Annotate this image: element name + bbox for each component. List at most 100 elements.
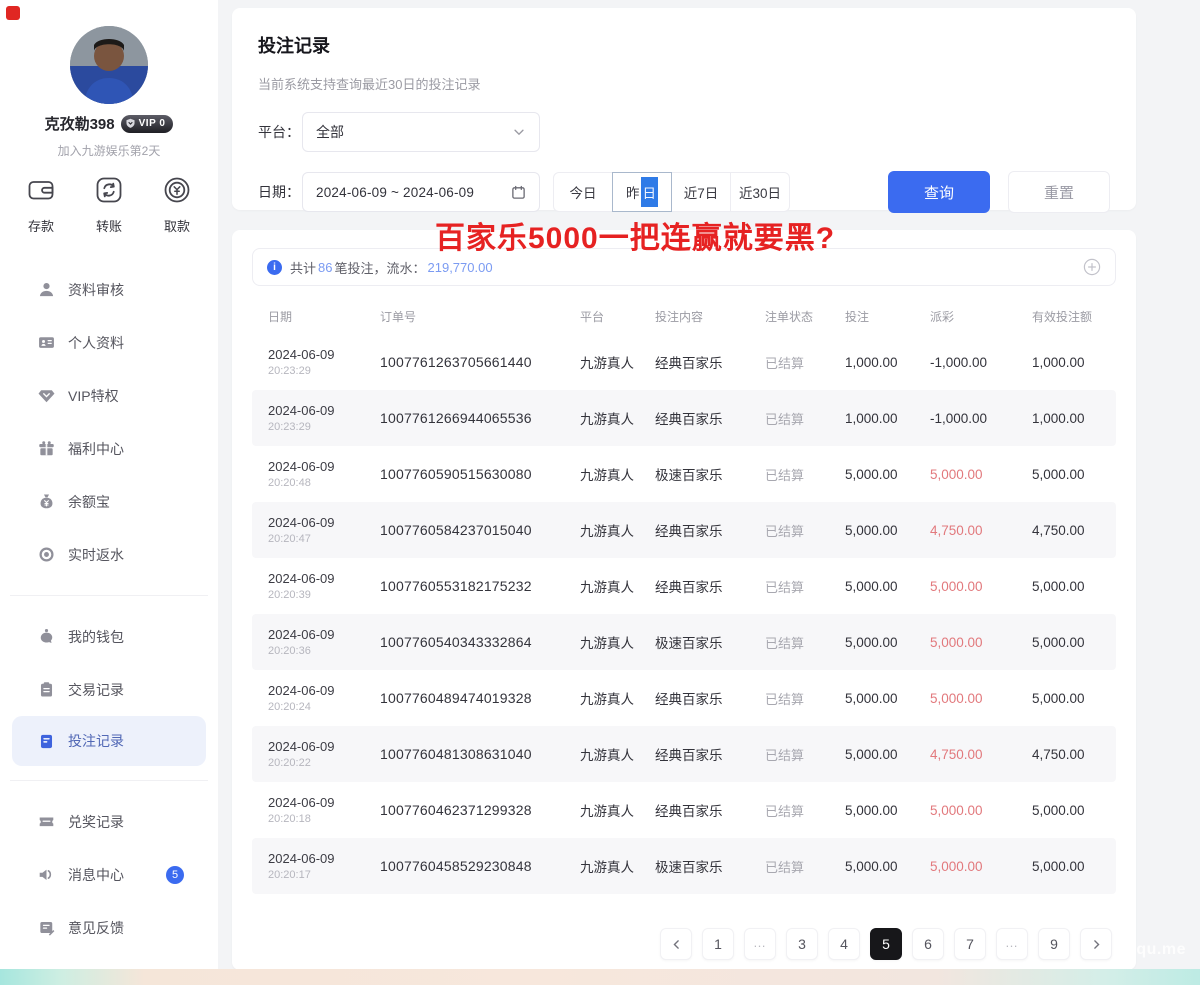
cell-date: 2024-06-0920:20:48 bbox=[268, 459, 380, 489]
table-body: 2024-06-0920:23:291007761263705661440九游真… bbox=[252, 334, 1116, 894]
date-range-input[interactable]: 2024-06-09 ~ 2024-06-09 bbox=[302, 172, 540, 212]
quick-label: 近30日 bbox=[739, 182, 781, 202]
cell-date: 2024-06-0920:20:22 bbox=[268, 739, 380, 769]
date-label: 日期： bbox=[258, 182, 302, 202]
sidebar-item-wallet[interactable]: 我的钱包 bbox=[0, 610, 218, 663]
sidebar-item-messages[interactable]: 消息中心5 bbox=[0, 848, 218, 901]
sidebar-item-label: 实时返水 bbox=[68, 545, 124, 565]
quick-last30-button[interactable]: 近30日 bbox=[730, 172, 790, 212]
cell-valid-bet: 5,000.00 bbox=[1032, 635, 1100, 650]
sidebar-item-profile[interactable]: 个人资料 bbox=[0, 316, 218, 369]
transfer-button[interactable]: 转账 bbox=[94, 175, 124, 235]
cell-status: 已结算 bbox=[765, 857, 845, 876]
avatar[interactable] bbox=[70, 26, 148, 104]
cell-order-number: 1007760489474019328 bbox=[380, 690, 580, 706]
date-value: 2024-06-09 bbox=[268, 627, 380, 642]
sidebar-item-vip[interactable]: VIP特权 bbox=[0, 369, 218, 422]
cell-platform: 九游真人 bbox=[580, 520, 655, 540]
pagination-prev[interactable] bbox=[660, 928, 692, 960]
table-row[interactable]: 2024-06-0920:20:221007760481308631040九游真… bbox=[252, 726, 1116, 782]
pagination-page-4[interactable]: 4 bbox=[828, 928, 860, 960]
pagination-next[interactable] bbox=[1080, 928, 1112, 960]
cell-platform: 九游真人 bbox=[580, 688, 655, 708]
sidebar-item-label: 福利中心 bbox=[68, 439, 124, 459]
sidebar-item-feedback[interactable]: 意见反馈 bbox=[0, 901, 218, 954]
sidebar-item-rebate[interactable]: 实时返水 bbox=[0, 528, 218, 581]
cell-valid-bet: 5,000.00 bbox=[1032, 803, 1100, 818]
sidebar-item-audit[interactable]: 资料审核 bbox=[0, 263, 218, 316]
table-row[interactable]: 2024-06-0920:20:471007760584237015040九游真… bbox=[252, 502, 1116, 558]
sidebar-item-label: 交易记录 bbox=[68, 680, 124, 700]
sidebar: 克孜勒398 VIP 0 加入九游娱乐第2天 存款转账取款 资料审核个人资料VI… bbox=[0, 0, 218, 985]
platform-label: 平台： bbox=[258, 122, 302, 142]
date-value: 2024-06-09 bbox=[268, 459, 380, 474]
table-row[interactable]: 2024-06-0920:23:291007761263705661440九游真… bbox=[252, 334, 1116, 390]
cell-platform: 九游真人 bbox=[580, 464, 655, 484]
sidebar-item-welfare[interactable]: 福利中心 bbox=[0, 422, 218, 475]
time-value: 20:23:29 bbox=[268, 421, 380, 433]
cell-bet-amount: 5,000.00 bbox=[845, 579, 930, 594]
column-header: 投注内容 bbox=[655, 308, 765, 325]
column-header: 平台 bbox=[580, 308, 655, 325]
table-row[interactable]: 2024-06-0920:23:291007761266944065536九游真… bbox=[252, 390, 1116, 446]
column-header: 订单号 bbox=[380, 308, 580, 325]
cell-payout: 5,000.00 bbox=[930, 803, 1032, 818]
table-row[interactable]: 2024-06-0920:20:481007760590515630080九游真… bbox=[252, 446, 1116, 502]
table-row[interactable]: 2024-06-0920:20:181007760462371299328九游真… bbox=[252, 782, 1116, 838]
sidebar-item-transactions[interactable]: 交易记录 bbox=[0, 663, 218, 716]
feedback-icon bbox=[38, 919, 55, 936]
sidebar-item-label: 兑奖记录 bbox=[68, 812, 124, 832]
cell-order-number: 1007761266944065536 bbox=[380, 410, 580, 426]
deposit-button[interactable]: 存款 bbox=[26, 175, 56, 235]
search-button[interactable]: 查询 bbox=[888, 171, 990, 213]
pagination-ellipsis[interactable]: … bbox=[996, 928, 1028, 960]
platform-select[interactable]: 全部 bbox=[302, 112, 540, 152]
chevron-down-icon bbox=[512, 125, 526, 139]
cell-bet-content: 极速百家乐 bbox=[655, 632, 765, 652]
cell-bet-amount: 5,000.00 bbox=[845, 747, 930, 762]
vip-badge[interactable]: VIP 0 bbox=[121, 115, 174, 133]
betdoc-icon bbox=[38, 733, 55, 750]
date-value: 2024-06-09 bbox=[268, 683, 380, 698]
table-row[interactable]: 2024-06-0920:20:241007760489474019328九游真… bbox=[252, 670, 1116, 726]
cell-status: 已结算 bbox=[765, 465, 845, 484]
pagination-ellipsis[interactable]: … bbox=[744, 928, 776, 960]
cell-platform: 九游真人 bbox=[580, 352, 655, 372]
quick-last7-button[interactable]: 近7日 bbox=[671, 172, 731, 212]
cell-status: 已结算 bbox=[765, 689, 845, 708]
quick-yesterday-button[interactable]: 昨日 bbox=[612, 172, 672, 212]
table-row[interactable]: 2024-06-0920:20:361007760540343332864九游真… bbox=[252, 614, 1116, 670]
sidebar-item-bets[interactable]: 投注记录 bbox=[12, 716, 206, 766]
cell-platform: 九游真人 bbox=[580, 744, 655, 764]
cell-order-number: 1007760462371299328 bbox=[380, 802, 580, 818]
sidebar-item-redeem[interactable]: 兑奖记录 bbox=[0, 795, 218, 848]
cell-payout: -1,000.00 bbox=[930, 411, 1032, 426]
gift-icon bbox=[38, 440, 55, 457]
date-value: 2024-06-09 bbox=[268, 403, 380, 418]
time-value: 20:20:36 bbox=[268, 645, 380, 657]
pagination-page-7[interactable]: 7 bbox=[954, 928, 986, 960]
cell-order-number: 1007760481308631040 bbox=[380, 746, 580, 762]
pagination-page-5[interactable]: 5 bbox=[870, 928, 902, 960]
expand-plus-icon[interactable] bbox=[1083, 258, 1101, 276]
table-row[interactable]: 2024-06-0920:20:391007760553182175232九游真… bbox=[252, 558, 1116, 614]
withdraw-button[interactable]: 取款 bbox=[162, 175, 192, 235]
filter-card: 投注记录 当前系统支持查询最近30日的投注记录 平台： 全部 日期： 2024-… bbox=[232, 8, 1136, 210]
cell-order-number: 1007760584237015040 bbox=[380, 522, 580, 538]
cell-bet-content: 经典百家乐 bbox=[655, 800, 765, 820]
cell-bet-content: 经典百家乐 bbox=[655, 408, 765, 428]
moneybag-icon bbox=[38, 493, 55, 510]
table-row[interactable]: 2024-06-0920:20:171007760458529230848九游真… bbox=[252, 838, 1116, 894]
quick-today-button[interactable]: 今日 bbox=[553, 172, 613, 212]
deposit-icon bbox=[26, 175, 56, 210]
cell-date: 2024-06-0920:20:18 bbox=[268, 795, 380, 825]
pagination-page-6[interactable]: 6 bbox=[912, 928, 944, 960]
reset-button[interactable]: 重置 bbox=[1008, 171, 1110, 213]
sidebar-item-yuebao[interactable]: 余额宝 bbox=[0, 475, 218, 528]
pagination-page-1[interactable]: 1 bbox=[702, 928, 734, 960]
pagination-page-9[interactable]: 9 bbox=[1038, 928, 1070, 960]
date-value: 2024-06-09 bbox=[268, 347, 380, 362]
text-selection-highlight: 日 bbox=[641, 177, 659, 207]
pagination-page-3[interactable]: 3 bbox=[786, 928, 818, 960]
cell-payout: 5,000.00 bbox=[930, 635, 1032, 650]
